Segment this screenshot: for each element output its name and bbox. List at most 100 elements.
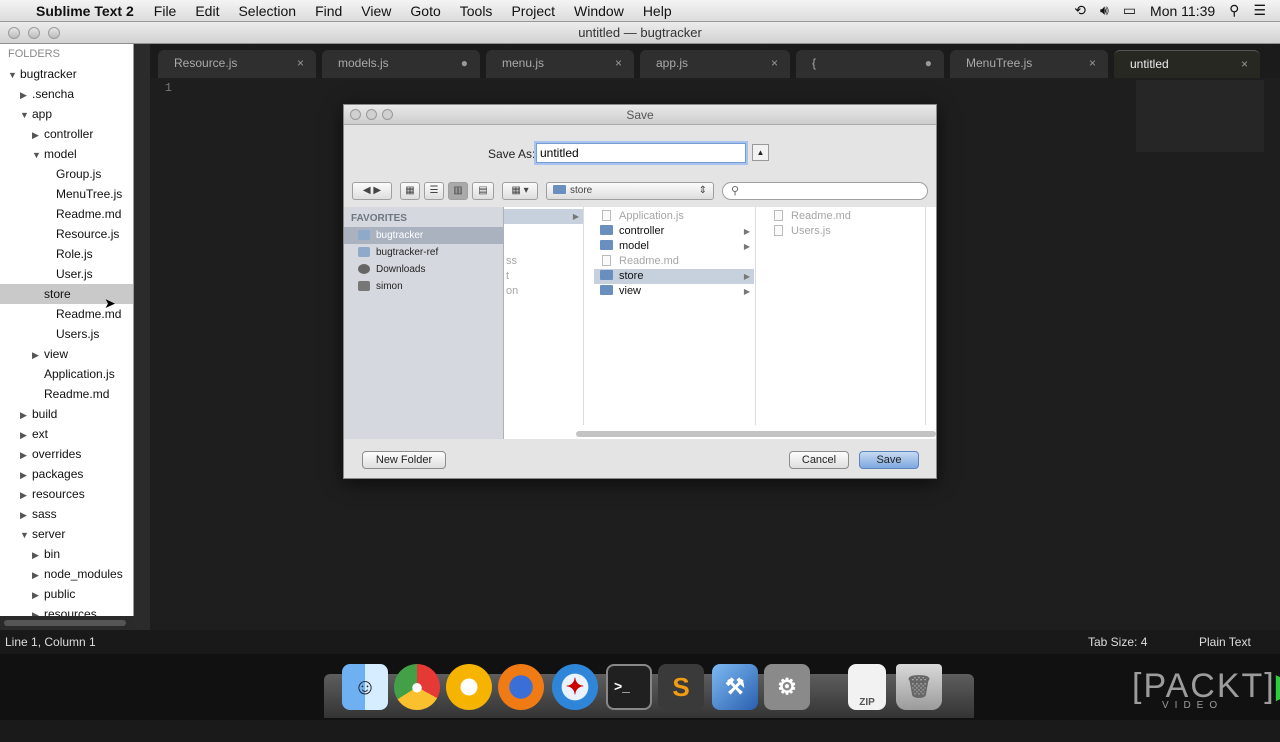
file-readme-md[interactable]: Readme.md [766,209,851,224]
sublime-text-icon[interactable]: S [658,664,704,710]
sidebar-item[interactable]: ▶ public [0,584,133,604]
unsaved-dot-icon[interactable]: ● [461,50,468,76]
sidebar-item[interactable]: ▶ resources [0,604,133,616]
volume-icon[interactable]: 🔊︎ [1100,2,1109,19]
menu-tools[interactable]: Tools [460,3,493,19]
menu-selection[interactable]: Selection [238,3,296,19]
app-menu[interactable]: Sublime Text 2 [36,3,134,19]
sidebar-item[interactable]: Application.js [0,364,133,384]
close-tab-icon[interactable]: × [1241,51,1248,77]
expand-dialog-button[interactable]: ▲ [752,144,769,161]
disclosure-triangle-icon[interactable]: ▼ [32,145,44,165]
disclosure-triangle-icon[interactable]: ▶ [32,345,44,365]
close-tab-icon[interactable]: × [615,50,622,76]
sidebar-item[interactable]: ▼ bugtracker [0,64,133,85]
sidebar-item[interactable]: ▼ server [0,524,133,545]
list-item[interactable]: on [506,284,518,299]
time-machine-icon[interactable]: ⟲ [1074,2,1086,19]
coverflow-view-button[interactable]: ▤ [472,182,494,200]
sidebar-item[interactable]: ▶ view [0,344,133,365]
sidebar-item[interactable]: MenuTree.js [0,184,133,204]
sidebar-item[interactable]: ▶ bin [0,544,133,565]
file-application-js[interactable]: Application.js [594,209,754,224]
disclosure-triangle-icon[interactable]: ▼ [8,65,20,85]
sidebar-item[interactable]: ▶ overrides [0,444,133,465]
spotlight-icon[interactable]: ⚲ [1229,2,1239,19]
sidebar-item[interactable]: ▶ build [0,404,133,425]
tab-untitled[interactable]: untitled × [1114,50,1260,78]
finder-icon[interactable]: ☺ [342,664,388,710]
unsaved-dot-icon[interactable]: ● [925,50,932,76]
filename-input[interactable] [536,143,746,163]
sidebar-item[interactable]: ▶ ext [0,424,133,445]
sidebar-item[interactable]: ▶ controller [0,124,133,145]
menu-view[interactable]: View [361,3,391,19]
close-tab-icon[interactable]: × [1089,50,1096,76]
search-field[interactable]: ⚲ [722,182,928,200]
folder-store[interactable]: store ▶ [594,269,754,284]
dialog-close-button[interactable] [350,109,361,120]
disclosure-triangle-icon[interactable]: ▼ [20,105,32,125]
system-preferences-icon[interactable]: ⚙ [764,664,810,710]
location-popup[interactable]: store ⇕ [546,182,714,200]
disclosure-triangle-icon[interactable]: ▼ [20,525,32,545]
tab-app-js[interactable]: app.js × [640,50,790,78]
disclosure-triangle-icon[interactable]: ▶ [32,605,44,616]
tab-menu-js[interactable]: menu.js × [486,50,634,78]
folder-model[interactable]: model ▶ [594,239,754,254]
chromium-icon[interactable] [446,664,492,710]
file-users-js[interactable]: Users.js [766,224,831,239]
favorite-home[interactable]: simon [344,278,504,295]
tab-unsaved-brace[interactable]: {● [796,50,944,78]
disclosure-triangle-icon[interactable]: ▶ [20,465,32,485]
menu-help[interactable]: Help [643,3,672,19]
sidebar-item[interactable]: Resource.js [0,224,133,244]
xcode-icon[interactable]: ⚒ [712,664,758,710]
disclosure-triangle-icon[interactable]: ▶ [32,545,44,565]
new-folder-button[interactable]: New Folder [362,451,446,469]
dialog-minimize-button[interactable] [366,109,377,120]
sidebar-item[interactable]: ▼ app [0,104,133,125]
disclosure-triangle-icon[interactable]: ▶ [20,425,32,445]
list-item[interactable]: t [506,269,509,284]
firefox-icon[interactable] [498,664,544,710]
folder-controller[interactable]: controller ▶ [594,224,754,239]
sidebar-item[interactable]: ▶ node_modules [0,564,133,584]
menu-file[interactable]: File [154,3,177,19]
sidebar-item[interactable]: ▶ sass [0,504,133,525]
minimap[interactable] [1136,80,1264,152]
sidebar-item[interactable]: ▶ packages [0,464,133,485]
syntax-selector[interactable]: Plain Text [1199,630,1251,654]
list-item[interactable]: ▶ [504,209,583,224]
disclosure-triangle-icon[interactable]: ▶ [20,505,32,525]
folder-view[interactable]: view ▶ [594,284,754,299]
clock[interactable]: Mon 11:39 [1150,3,1215,19]
icon-view-button[interactable]: ▦ [400,182,420,200]
menu-goto[interactable]: Goto [410,3,440,19]
sidebar-item[interactable]: Users.js [0,324,133,344]
browser-horizontal-scrollbar[interactable] [576,431,936,437]
minimize-window-button[interactable] [28,27,40,39]
terminal-icon[interactable]: >_ [606,664,652,710]
chrome-icon[interactable]: ● [394,664,440,710]
sidebar-item[interactable]: User.js [0,264,133,284]
list-item[interactable]: ss [506,254,517,269]
disclosure-triangle-icon[interactable]: ▶ [20,405,32,425]
sidebar-item[interactable]: Role.js [0,244,133,264]
sidebar-item[interactable]: Readme.md [0,204,133,224]
disclosure-triangle-icon[interactable]: ▶ [32,125,44,145]
save-button[interactable]: Save [859,451,919,469]
sidebar-item[interactable]: ▶ .sencha [0,84,133,105]
list-view-button[interactable]: ☰ [424,182,444,200]
dialog-zoom-button[interactable] [382,109,393,120]
close-window-button[interactable] [8,27,20,39]
favorite-bugtracker-ref[interactable]: bugtracker-ref [344,244,504,261]
sidebar-item[interactable]: ▶ resources [0,484,133,504]
cancel-button[interactable]: Cancel [789,451,849,469]
menu-project[interactable]: Project [511,3,555,19]
tab-menutree-js[interactable]: MenuTree.js × [950,50,1108,78]
disclosure-triangle-icon[interactable]: ▶ [20,85,32,105]
sidebar-item[interactable]: Group.js [0,164,133,184]
disclosure-triangle-icon[interactable]: ▶ [20,445,32,465]
column-view-button[interactable]: ▥ [448,182,468,200]
